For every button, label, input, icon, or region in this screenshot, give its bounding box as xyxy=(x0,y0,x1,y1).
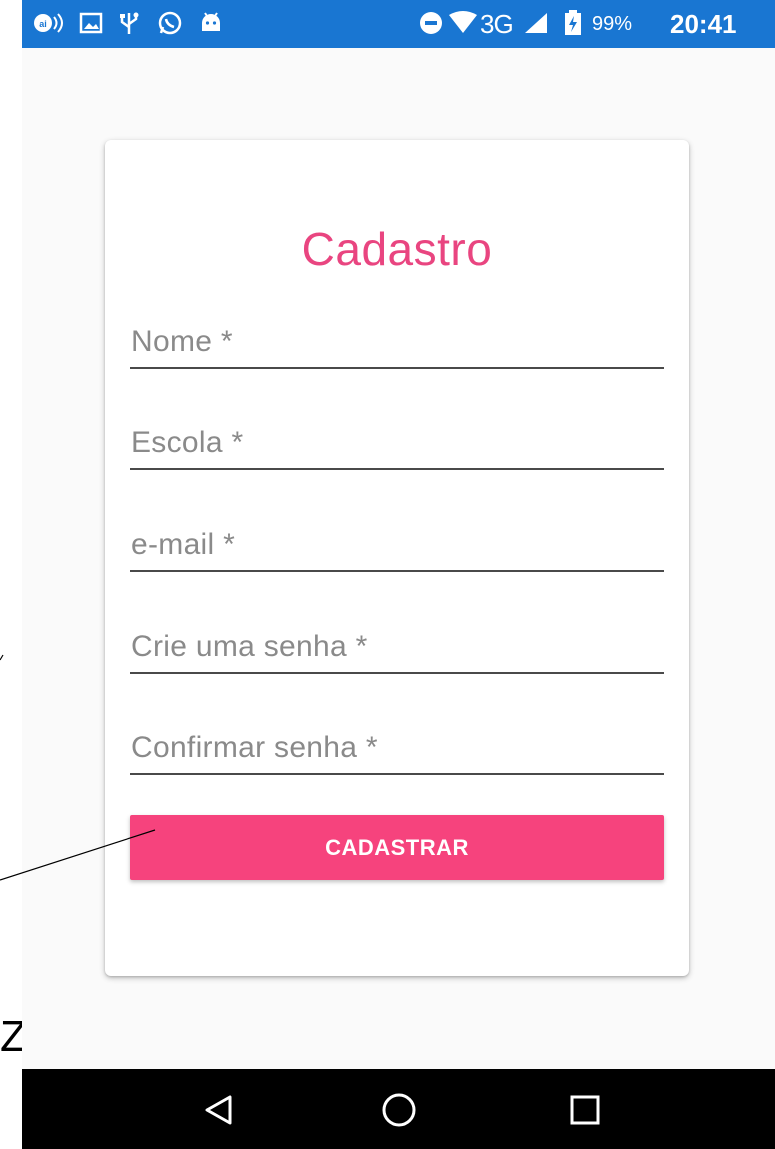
email-field-placeholder: e-mail * xyxy=(131,528,236,561)
password-field[interactable]: Crie uma senha * xyxy=(130,612,664,674)
cast-icon: ai xyxy=(32,10,64,36)
confirm-password-field-placeholder: Confirmar senha * xyxy=(131,731,378,764)
name-field[interactable]: Nome * xyxy=(130,307,664,369)
whatsapp-icon xyxy=(156,10,184,36)
battery-charging-icon xyxy=(562,10,584,36)
wifi-icon xyxy=(448,10,478,36)
image-icon xyxy=(78,10,104,36)
battery-percent: 99% xyxy=(592,13,633,35)
navigation-bar xyxy=(22,1069,775,1149)
confirm-password-field[interactable]: Confirmar senha * xyxy=(130,713,664,775)
signup-card: Cadastro Nome * Escola * e-mail * Crie u… xyxy=(105,140,689,976)
password-field-placeholder: Crie uma senha * xyxy=(131,630,368,663)
usb-icon xyxy=(116,10,142,36)
phone-screen: ai 3G 99% 20:41 Cadastro Nome * Escola *… xyxy=(22,0,775,1149)
name-field-placeholder: Nome * xyxy=(131,325,233,358)
status-bar: ai 3G 99% 20:41 xyxy=(22,0,775,48)
school-field-placeholder: Escola * xyxy=(131,426,244,459)
clock: 20:41 xyxy=(670,9,737,39)
do-not-disturb-icon xyxy=(418,10,444,36)
signal-icon xyxy=(522,10,550,36)
android-icon xyxy=(198,10,224,36)
school-field[interactable]: Escola * xyxy=(130,408,664,470)
page-title: Cadastro xyxy=(301,223,493,275)
email-field[interactable]: e-mail * xyxy=(130,510,664,572)
svg-text:ai: ai xyxy=(39,19,47,29)
back-icon[interactable] xyxy=(196,1087,242,1133)
network-type: 3G xyxy=(480,9,514,39)
page: Z ai 3G 99% 20:41 Cadastro Nome * Escola… xyxy=(0,0,775,1149)
submit-button[interactable]: CADASTRAR xyxy=(130,815,664,880)
recents-icon[interactable] xyxy=(562,1087,608,1133)
home-icon[interactable] xyxy=(376,1087,422,1133)
